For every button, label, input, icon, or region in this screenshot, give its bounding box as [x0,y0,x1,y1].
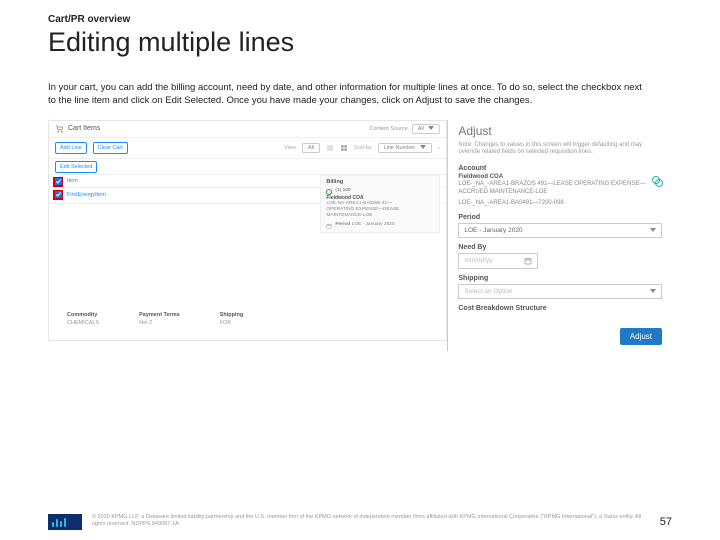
calendar-icon [326,223,332,229]
sortby-dropdown[interactable]: Line Number [378,143,432,153]
billing-block: Billing (1) 100 Fieldwood COA LOE-NA-ARE… [320,175,440,233]
account-value: Fieldwood COA LOE-_NA_-AREA1-BRAZOS 491—… [458,174,662,208]
period-label: Period LOE - January 2020 [335,222,394,228]
add-line-button[interactable]: Add Line [55,142,87,154]
kpmg-logo [48,514,82,530]
period-label: Period [458,214,662,221]
shipping-label: Shipping [220,312,244,318]
cart-screenshot: Cart Items Content Source All Add Line C… [48,120,447,341]
account-label: Account [458,165,662,172]
sortby-label: Sort by [354,145,371,151]
line-checkbox[interactable] [54,191,61,198]
page-title: Editing multiple lines [48,27,672,58]
page-number: 57 [660,516,672,528]
payment-terms-label: Payment Terms [139,312,180,318]
adjust-panel: Adjust Note: Changes to values in this s… [448,120,672,351]
adjust-heading: Adjust [458,124,662,138]
body-text: In your cart, you can add the billing ac… [48,82,648,108]
needby-input[interactable]: mm/dd/yy [458,253,538,269]
list-icon[interactable] [326,144,334,152]
kicker: Cart/PR overview [48,14,672,25]
copyright-text: © 2020 KPMG LLP, a Delaware limited liab… [92,514,650,528]
clear-cart-button[interactable]: Clear Cart [93,142,128,154]
line-item-link[interactable]: FirstEnergyItem [67,192,106,198]
line-checkbox-highlight [53,190,63,200]
content-source-dropdown[interactable]: All [412,124,441,134]
adjust-note: Note: Changes to values in this screen w… [458,142,662,157]
split-alloc-icon[interactable] [652,176,662,186]
view-dropdown[interactable]: All [302,143,320,153]
cbs-label: Cost Breakdown Structure [458,305,662,312]
period-select[interactable]: LOE - January 2020 [458,223,662,238]
line-item-link[interactable]: Item [67,178,78,184]
commodity-label: Commodity [67,312,99,318]
commodity-value: CHEMICALS [67,320,99,326]
shipping-select[interactable]: Select an Option [458,284,662,299]
shipping-label-panel: Shipping [458,275,662,282]
calendar-icon [524,257,532,265]
content-source-label: Content Source [370,126,408,132]
adjust-button[interactable]: Adjust [620,328,662,345]
billing-header: Billing [326,179,434,186]
line-checkbox-highlight [53,177,63,187]
line-checkbox[interactable] [54,178,61,185]
chevron-down-icon [650,228,656,232]
payment-terms-value: Net 2 [139,320,180,326]
cart-title: Cart Items [68,125,100,132]
edit-selected-button[interactable]: Edit Selected [55,161,97,173]
grid-icon[interactable] [340,144,348,152]
shipping-value: FOB [220,320,244,326]
split-icon[interactable] [326,189,332,195]
cart-icon [55,124,64,133]
chevron-down-icon [650,289,656,293]
sort-dir-icon[interactable]: ↓ [438,145,441,151]
view-label: View [284,145,296,151]
needby-label: Need By [458,244,662,251]
